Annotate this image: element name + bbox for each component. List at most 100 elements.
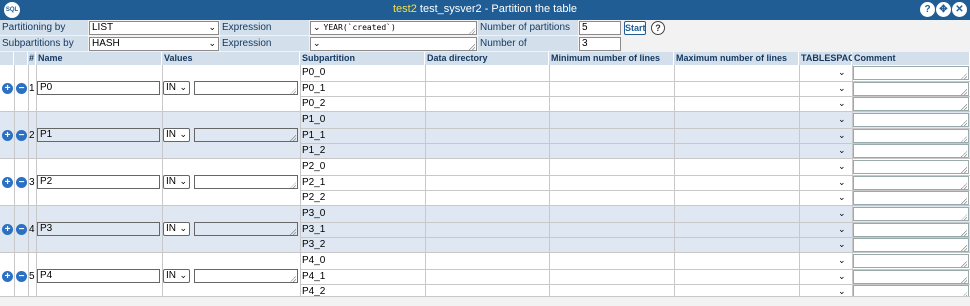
resize-grip-icon[interactable] [961,151,967,157]
resize-grip-icon[interactable] [961,261,967,267]
subpartition-comment-input[interactable] [853,66,969,80]
resize-grip-icon[interactable] [290,229,296,235]
tablespace-select-chevron-down-icon[interactable]: ⌄ [838,67,846,78]
column-divider [549,253,550,300]
add-partition-icon[interactable]: + [2,130,13,141]
num-partitions-label: Number of partitions [478,20,578,35]
subpartition-comment-input[interactable] [853,97,969,111]
resize-grip-icon[interactable] [961,104,967,110]
tablespace-select-chevron-down-icon[interactable]: ⌄ [838,255,846,266]
tablespace-select-chevron-down-icon[interactable]: ⌄ [838,130,846,141]
subpartitioning-select[interactable]: HASH ⌄ [89,37,219,51]
add-partition-icon[interactable]: + [2,271,13,282]
partition-name-input[interactable]: P1 [37,128,160,142]
resize-grip-icon[interactable] [961,277,967,283]
partition-values-operator-select[interactable]: IN ⌄ [163,269,190,283]
partition-row: + −2 P1 IN ⌄ P1_0 ⌄ P1_1 ⌄ P1_2 ⌄ [0,112,970,159]
close-icon[interactable]: ✕ [952,2,967,17]
resize-grip-icon[interactable] [469,44,475,50]
partition-name-input[interactable]: P2 [37,175,160,189]
tablespace-select-chevron-down-icon[interactable]: ⌄ [838,208,846,219]
subpartition-comment-input[interactable] [853,129,969,143]
tablespace-select-chevron-down-icon[interactable]: ⌄ [838,239,846,250]
maximize-icon[interactable]: ✥ [936,2,951,17]
tablespace-select-chevron-down-icon[interactable]: ⌄ [838,224,846,235]
resize-grip-icon[interactable] [290,135,296,141]
resize-grip-icon[interactable] [961,167,967,173]
resize-grip-icon[interactable] [290,182,296,188]
remove-partition-icon[interactable]: − [16,271,27,282]
subpartition-comment-input[interactable] [853,144,969,158]
help-icon[interactable]: ? [651,21,665,35]
subpartition-comment-input[interactable] [853,238,969,252]
expression-value: YEAR(`created`) [323,23,396,32]
subpartition-comment-input[interactable] [853,223,969,237]
tablespace-select-chevron-down-icon[interactable]: ⌄ [838,83,846,94]
num-partitions-input[interactable]: 5 [579,21,621,35]
add-partition-icon[interactable]: + [2,177,13,188]
partition-values-operator-select[interactable]: IN ⌄ [163,222,190,236]
subpartition-comment-input[interactable] [853,207,969,221]
partition-values-input[interactable] [194,269,298,283]
column-divider [300,206,301,253]
partition-values-input[interactable] [194,222,298,236]
subpartition-name: P2_2 [302,192,326,203]
resize-grip-icon[interactable] [961,89,967,95]
subpartition-comment-input[interactable] [853,160,969,174]
expression-input[interactable]: ⌄ YEAR(`created`) [310,21,477,35]
subpartition-comment-input[interactable] [853,191,969,205]
column-divider [14,253,15,300]
tablespace-select-chevron-down-icon[interactable]: ⌄ [838,161,846,172]
resize-grip-icon[interactable] [961,120,967,126]
column-divider [14,65,15,112]
column-divider [549,159,550,206]
chevron-down-icon: ⌄ [208,22,216,32]
resize-grip-icon[interactable] [290,276,296,282]
resize-grip-icon[interactable] [961,183,967,189]
column-divider [549,65,550,112]
help-icon[interactable]: ? [920,2,935,17]
sub-expression-dropdown-icon[interactable]: ⌄ [313,39,321,49]
partition-values-operator-select[interactable]: IN ⌄ [163,81,190,95]
resize-grip-icon[interactable] [961,198,967,204]
resize-grip-icon[interactable] [961,136,967,142]
start-button[interactable]: Start [624,21,646,35]
resize-grip-icon[interactable] [961,73,967,79]
resize-grip-icon[interactable] [961,214,967,220]
remove-partition-icon[interactable]: − [16,83,27,94]
subpartition-comment-input[interactable] [853,176,969,190]
subpartition-comment-input[interactable] [853,270,969,284]
remove-partition-icon[interactable]: − [16,177,27,188]
resize-grip-icon[interactable] [961,245,967,251]
tablespace-select-chevron-down-icon[interactable]: ⌄ [838,177,846,188]
subpartition-comment-input[interactable] [853,254,969,268]
tablespace-select-chevron-down-icon[interactable]: ⌄ [838,145,846,156]
subpartition-comment-input[interactable] [853,82,969,96]
partition-values-input[interactable] [194,128,298,142]
partition-values-operator-select[interactable]: IN ⌄ [163,128,190,142]
resize-grip-icon[interactable] [961,230,967,236]
chevron-down-icon: ⌄ [179,270,187,280]
num-subpartitions-input[interactable]: 3 [579,37,621,51]
partition-values-input[interactable] [194,175,298,189]
resize-grip-icon[interactable] [290,88,296,94]
partition-values-input[interactable] [194,81,298,95]
remove-partition-icon[interactable]: − [16,130,27,141]
add-partition-icon[interactable]: + [2,224,13,235]
partition-name-input[interactable]: P4 [37,269,160,283]
remove-partition-icon[interactable]: − [16,224,27,235]
resize-grip-icon[interactable] [469,28,475,34]
partition-name-input[interactable]: P3 [37,222,160,236]
partitioning-select[interactable]: LIST ⌄ [89,21,219,35]
expression-dropdown-icon[interactable]: ⌄ [313,23,321,33]
sub-expression-input[interactable]: ⌄ [310,37,477,51]
add-partition-icon[interactable]: + [2,83,13,94]
tablespace-select-chevron-down-icon[interactable]: ⌄ [838,114,846,125]
tablespace-select-chevron-down-icon[interactable]: ⌄ [838,98,846,109]
subpartition-comment-input[interactable] [853,113,969,127]
subpartition-name: P0_0 [302,67,326,78]
tablespace-select-chevron-down-icon[interactable]: ⌄ [838,192,846,203]
tablespace-select-chevron-down-icon[interactable]: ⌄ [838,271,846,282]
partition-values-operator-select[interactable]: IN ⌄ [163,175,190,189]
partition-name-input[interactable]: P0 [37,81,160,95]
